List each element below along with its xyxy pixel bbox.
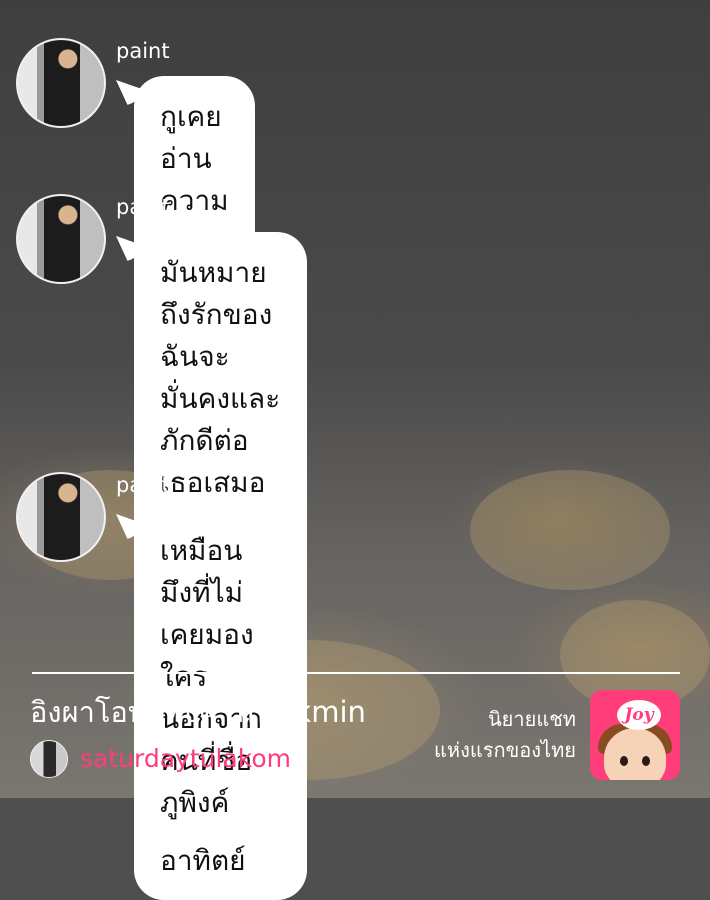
author-name[interactable]: saturdaytulakom: [80, 742, 291, 776]
sender-name: paint: [116, 473, 170, 497]
logo-character-eye: [642, 756, 650, 766]
background-flower: [470, 470, 670, 590]
joy-app-logo-icon[interactable]: Joy: [590, 690, 680, 780]
app-tagline: นิยายแชท แห่งแรกของไทย: [434, 704, 576, 766]
logo-character-eye: [620, 756, 628, 766]
sunflower-background: [0, 0, 710, 798]
sender-avatar[interactable]: [16, 194, 106, 284]
message-bubble: เหมือนมึงที่ไม่เคยมอง ใคร นอกจากคนที่ชื่…: [134, 510, 288, 842]
story-title[interactable]: อิงผาโอบภูพิงค์ ,markmin: [30, 692, 366, 732]
sender-name: paint: [116, 195, 170, 219]
footer-divider: [32, 672, 680, 674]
sender-name: paint: [116, 39, 170, 63]
sender-avatar[interactable]: [16, 38, 106, 128]
tagline-line: แห่งแรกของไทย: [434, 738, 576, 762]
tagline-line: นิยายแชท: [488, 707, 576, 731]
logo-character-face: [604, 728, 666, 780]
sender-avatar[interactable]: [16, 472, 106, 562]
author-avatar[interactable]: [30, 740, 68, 778]
logo-text: Joy: [617, 700, 661, 730]
